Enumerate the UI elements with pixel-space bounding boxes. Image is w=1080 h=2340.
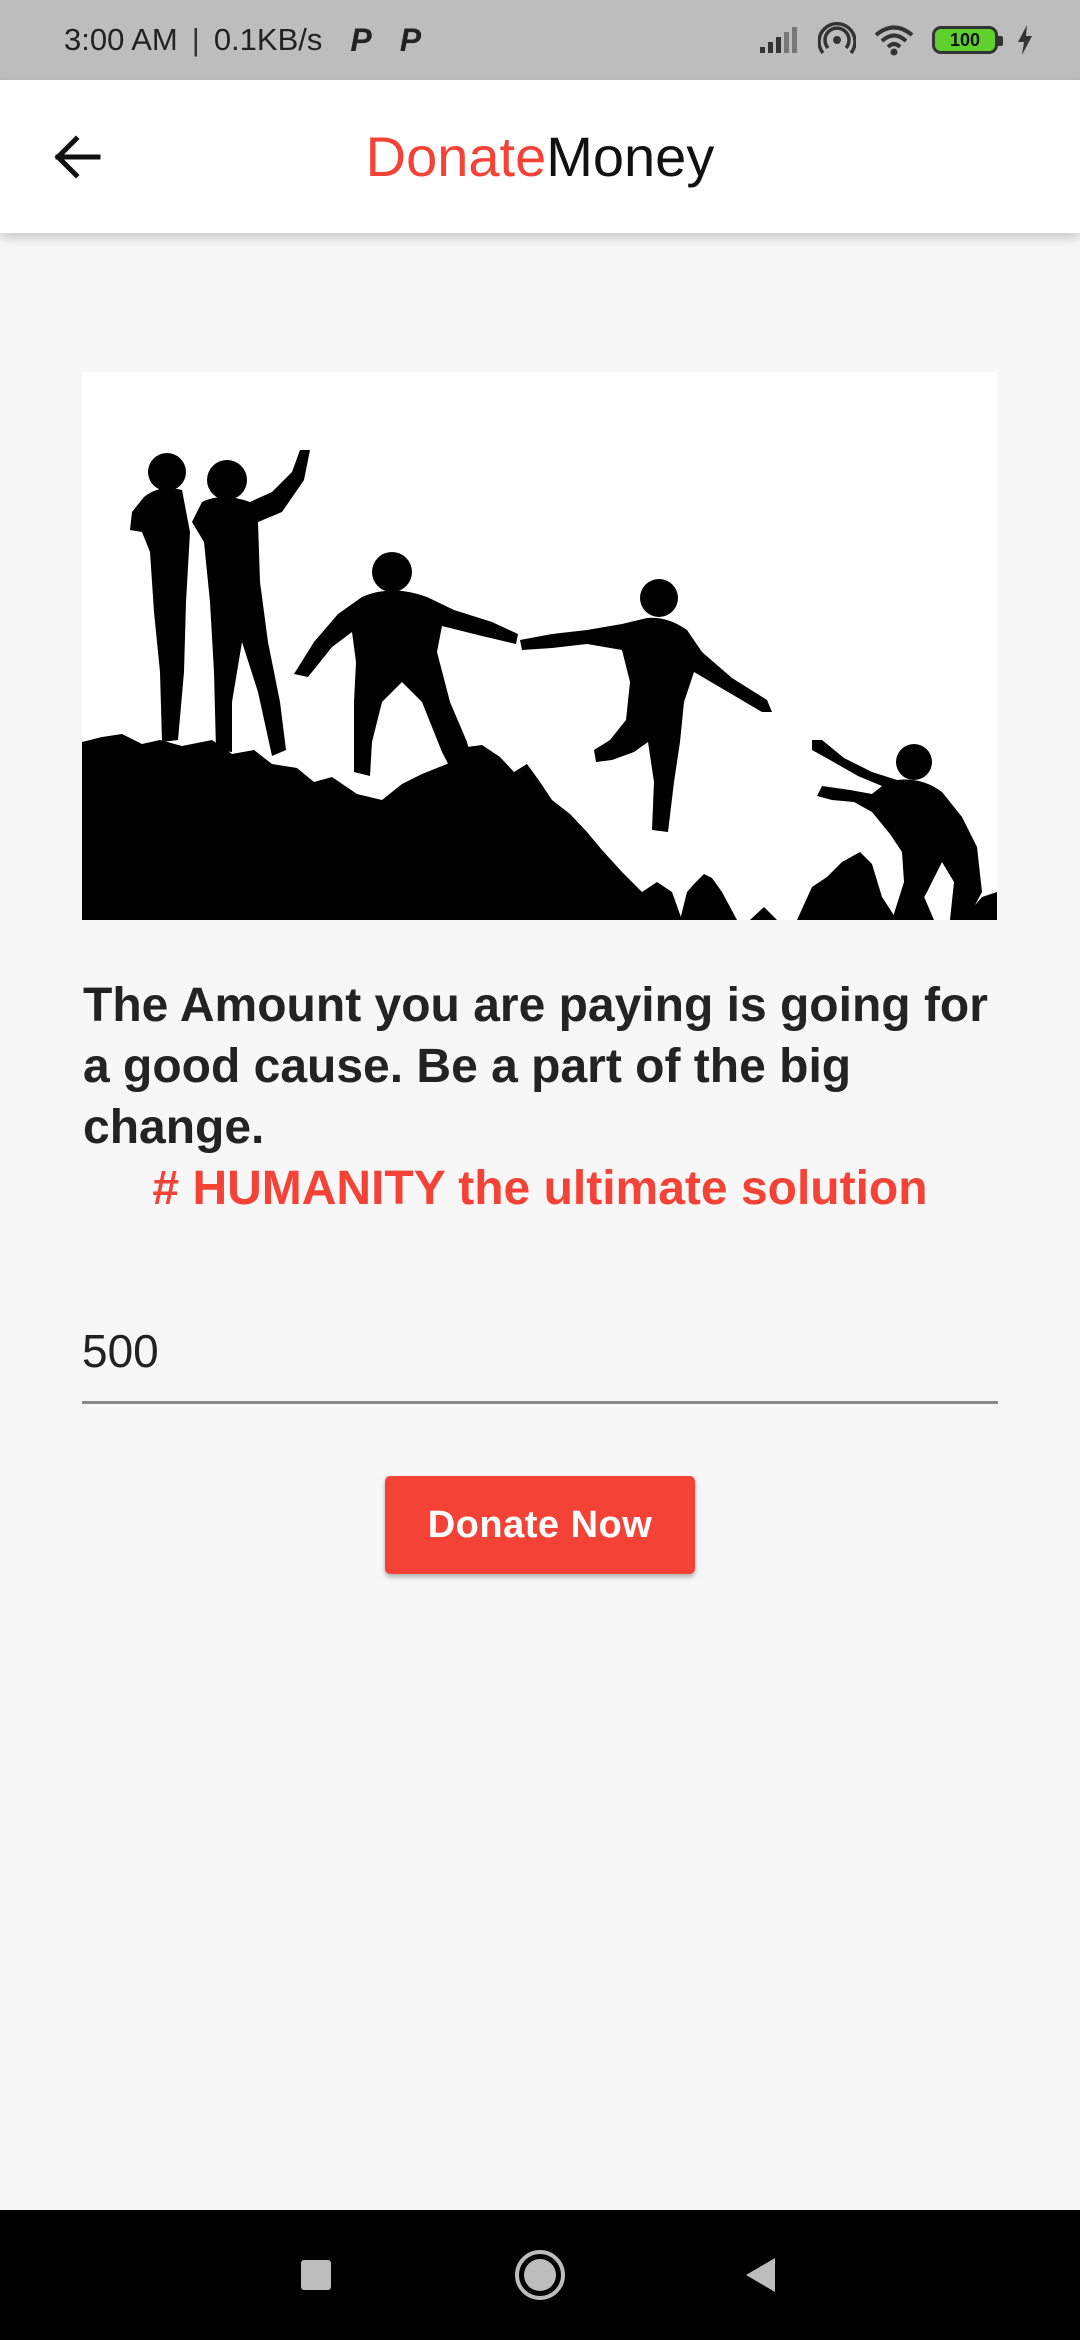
title-donate: Donate xyxy=(365,125,547,188)
title-money: Money xyxy=(546,125,715,188)
back-triangle-icon xyxy=(746,2258,775,2292)
charging-icon xyxy=(1018,25,1032,55)
page-title: DonateMoney xyxy=(0,123,1080,191)
recents-square-icon xyxy=(301,2260,331,2290)
amount-input[interactable] xyxy=(82,1300,998,1404)
status-left: 3:00 AM | 0.1KB/s P P xyxy=(64,22,421,59)
nav-back-button[interactable] xyxy=(690,2210,830,2340)
humanity-hashtag: # HUMANITY the ultimate solution xyxy=(152,1162,928,1215)
hotspot-icon xyxy=(818,22,856,55)
status-separator: | xyxy=(191,22,200,57)
hero-image xyxy=(82,372,997,920)
system-nav-bar xyxy=(0,2210,1080,2340)
donation-message: The Amount you are paying is going for a… xyxy=(83,979,988,1154)
notification-p-icon-2: P xyxy=(399,21,422,58)
home-circle-icon xyxy=(515,2250,565,2300)
donate-now-button[interactable]: Donate Now xyxy=(385,1476,695,1574)
battery-level: 100 xyxy=(949,29,981,50)
status-bar: 3:00 AM | 0.1KB/s P P 100 xyxy=(0,0,1080,80)
wifi-icon xyxy=(874,25,914,56)
home-button[interactable] xyxy=(470,2210,610,2340)
signal-icon xyxy=(760,27,797,53)
status-time: 3:00 AM xyxy=(64,22,178,57)
recents-button[interactable] xyxy=(246,2210,386,2340)
status-right: 100 xyxy=(758,22,1034,58)
notification-p-icon: P xyxy=(350,21,372,58)
people-silhouette-illustration xyxy=(82,450,997,920)
battery-icon: 100 xyxy=(932,26,1003,54)
app-bar: DonateMoney xyxy=(0,80,1080,233)
network-speed: 0.1KB/s xyxy=(213,22,323,57)
